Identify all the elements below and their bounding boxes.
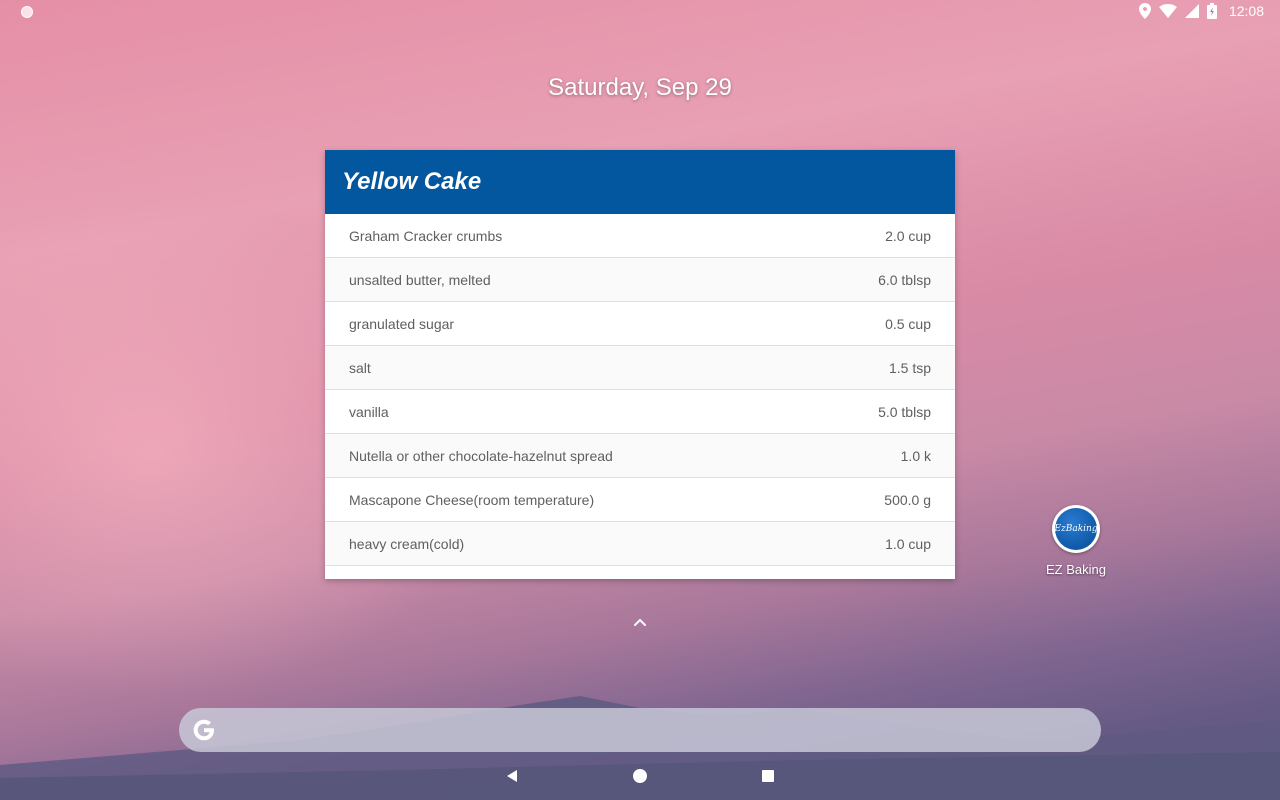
ingredient-row[interactable]: heavy cream(cold) 1.0 cup bbox=[325, 522, 955, 566]
ingredient-row-partial[interactable] bbox=[325, 566, 955, 579]
app-drawer-chevron-up-icon[interactable] bbox=[632, 616, 648, 628]
signal-icon bbox=[1184, 4, 1199, 18]
home-screen: 12:08 Saturday, Sep 29 Yellow Cake Graha… bbox=[0, 0, 1280, 800]
home-date[interactable]: Saturday, Sep 29 bbox=[0, 74, 1280, 102]
ingredient-row[interactable]: granulated sugar 0.5 cup bbox=[325, 302, 955, 346]
ingredient-name: Nutella or other chocolate-hazelnut spre… bbox=[349, 447, 613, 464]
ingredient-row[interactable]: Graham Cracker crumbs 2.0 cup bbox=[325, 214, 955, 258]
ingredient-quantity: 1.0 cup bbox=[885, 535, 931, 552]
ingredient-quantity: 0.5 cup bbox=[885, 315, 931, 332]
ingredient-row[interactable]: Nutella or other chocolate-hazelnut spre… bbox=[325, 434, 955, 478]
ingredient-row[interactable]: salt 1.5 tsp bbox=[325, 346, 955, 390]
ingredient-quantity: 2.0 cup bbox=[885, 227, 931, 244]
ingredient-quantity: 1.0 k bbox=[900, 447, 931, 464]
ingredient-name: salt bbox=[349, 359, 371, 376]
navigation-bar bbox=[0, 752, 1280, 800]
recents-icon[interactable] bbox=[760, 768, 776, 784]
ingredient-quantity: 6.0 tblsp bbox=[878, 271, 931, 288]
ingredient-list[interactable]: Graham Cracker crumbs 2.0 cup unsalted b… bbox=[325, 214, 955, 579]
app-label: EZ Baking bbox=[1046, 562, 1106, 577]
ez-baking-shortcut[interactable]: EzBaking EZ Baking bbox=[1040, 505, 1112, 577]
ingredient-name: heavy cream(cold) bbox=[349, 535, 465, 552]
ingredient-quantity: 5.0 tblsp bbox=[878, 403, 931, 420]
location-icon bbox=[1138, 3, 1151, 19]
wifi-icon bbox=[1158, 4, 1177, 18]
ingredient-quantity: 500.0 g bbox=[884, 491, 931, 508]
status-clock: 12:08 bbox=[1228, 3, 1264, 19]
notification-dot-icon bbox=[21, 6, 33, 18]
ingredient-name: granulated sugar bbox=[349, 315, 455, 332]
ingredient-row[interactable]: Mascapone Cheese(room temperature) 500.0… bbox=[325, 478, 955, 522]
status-icons: 12:08 bbox=[1138, 3, 1264, 19]
ingredient-row[interactable]: unsalted butter, melted 6.0 tblsp bbox=[325, 258, 955, 302]
ingredient-name: Mascapone Cheese(room temperature) bbox=[349, 491, 595, 508]
ingredient-name: unsalted butter, melted bbox=[349, 271, 491, 288]
ez-baking-app-icon[interactable]: EzBaking bbox=[1052, 505, 1100, 553]
ingredient-name: Graham Cracker crumbs bbox=[349, 227, 503, 244]
status-bar: 12:08 bbox=[0, 0, 1280, 24]
google-search-bar[interactable] bbox=[179, 708, 1101, 752]
ingredient-row[interactable]: vanilla 5.0 tblsp bbox=[325, 390, 955, 434]
widget-title: Yellow Cake bbox=[342, 168, 482, 195]
ez-baking-logo: EzBaking bbox=[1054, 508, 1098, 550]
back-icon[interactable] bbox=[504, 768, 520, 784]
google-g-icon bbox=[193, 719, 214, 741]
ingredient-quantity: 1.5 tsp bbox=[888, 359, 931, 376]
ingredient-name: vanilla bbox=[349, 403, 389, 420]
widget-header[interactable]: Yellow Cake bbox=[325, 150, 955, 214]
battery-charging-icon bbox=[1206, 3, 1217, 19]
home-icon[interactable] bbox=[632, 768, 648, 784]
recipe-widget[interactable]: Yellow Cake Graham Cracker crumbs 2.0 cu… bbox=[325, 150, 955, 579]
